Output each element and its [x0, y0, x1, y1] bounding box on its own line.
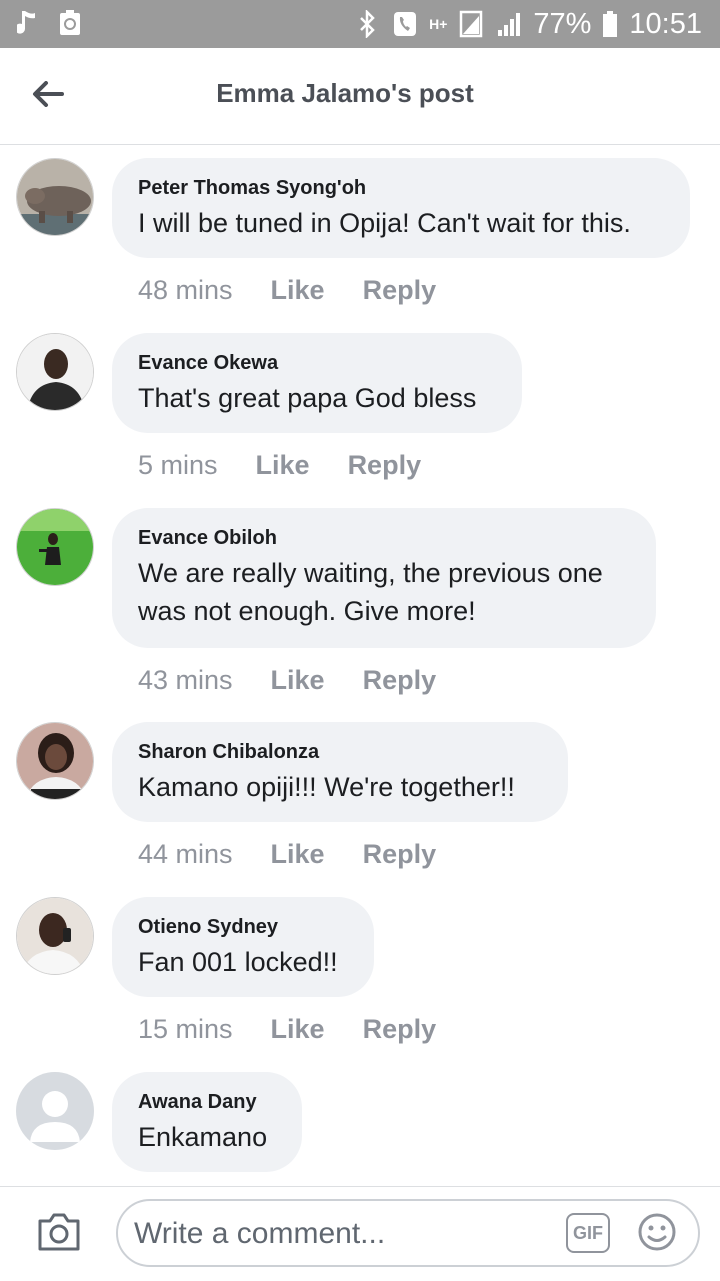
- comment-bubble[interactable]: Sharon Chibalonza Kamano opiji!!! We're …: [112, 722, 568, 822]
- comment-author[interactable]: Evance Okewa: [138, 351, 496, 375]
- reply-button[interactable]: Reply: [363, 1012, 437, 1046]
- recycle-icon: [56, 8, 84, 38]
- sim-icon: [457, 9, 485, 39]
- comment-author[interactable]: Awana Dany: [138, 1090, 276, 1114]
- reply-button[interactable]: Reply: [363, 663, 437, 697]
- comment-text: Fan 001 locked!!: [138, 947, 338, 977]
- comment-text: That's great papa God bless: [138, 383, 477, 413]
- comment-text: Enkamano: [138, 1122, 268, 1152]
- reply-button[interactable]: Reply: [348, 448, 422, 482]
- comment-placeholder: Write a comment...: [134, 1217, 386, 1250]
- emoji-icon: [636, 1213, 678, 1257]
- network-icon: H+: [429, 16, 448, 32]
- avatar[interactable]: [16, 897, 94, 975]
- battery-percent: 77%: [533, 8, 592, 40]
- signal-icon: [495, 9, 523, 39]
- like-button[interactable]: Like: [256, 448, 310, 482]
- app-header: Emma Jalamo's post: [0, 48, 720, 145]
- comment-author[interactable]: Sharon Chibalonza: [138, 740, 542, 764]
- emoji-button[interactable]: [636, 1211, 678, 1253]
- page-title: Emma Jalamo's post: [216, 78, 474, 108]
- battery-icon: [601, 9, 619, 39]
- comment-actions: 15 mins Like Reply: [138, 1012, 436, 1046]
- avatar[interactable]: [16, 158, 94, 236]
- camera-icon: [36, 1213, 82, 1257]
- comment-composer: Write a comment... GIF: [0, 1186, 720, 1281]
- like-button[interactable]: Like: [271, 273, 325, 307]
- camera-button[interactable]: [36, 1211, 86, 1257]
- comment-bubble[interactable]: Awana Dany Enkamano: [112, 1072, 302, 1172]
- comment-actions: 5 mins Like Reply: [138, 448, 421, 482]
- comment-time[interactable]: 43 mins: [138, 663, 233, 697]
- avatar[interactable]: [16, 508, 94, 586]
- comment-bubble[interactable]: Peter Thomas Syong'oh I will be tuned in…: [112, 158, 690, 258]
- comment-actions: 48 mins Like Reply: [138, 273, 436, 307]
- comment-time[interactable]: 44 mins: [138, 837, 233, 871]
- reply-button[interactable]: Reply: [363, 273, 437, 307]
- comment-actions: 44 mins Like Reply: [138, 837, 436, 871]
- comment-time[interactable]: 48 mins: [138, 273, 233, 307]
- avatar[interactable]: [16, 333, 94, 411]
- reply-button[interactable]: Reply: [363, 837, 437, 871]
- avatar[interactable]: [16, 722, 94, 800]
- comment-bubble[interactable]: Evance Okewa That's great papa God bless: [112, 333, 522, 433]
- comment-bubble[interactable]: Otieno Sydney Fan 001 locked!!: [112, 897, 374, 997]
- avatar[interactable]: [16, 1072, 94, 1150]
- music-note-icon: [14, 8, 42, 38]
- comment-time[interactable]: 15 mins: [138, 1012, 233, 1046]
- bluetooth-icon: [353, 9, 381, 39]
- comment-author[interactable]: Otieno Sydney: [138, 915, 348, 939]
- comment-actions: 43 mins Like Reply: [138, 663, 436, 697]
- clock: 10:51: [629, 8, 702, 40]
- like-button[interactable]: Like: [271, 1012, 325, 1046]
- comment-text: Kamano opiji!!! We're together!!: [138, 772, 515, 802]
- comment-text: We are really waiting, the previous one …: [138, 558, 603, 626]
- gif-icon: GIF: [573, 1223, 603, 1243]
- comment-input[interactable]: Write a comment... GIF: [116, 1199, 700, 1267]
- status-bar: H+ 77% 10:51: [0, 0, 720, 48]
- comment-author[interactable]: Evance Obiloh: [138, 526, 630, 550]
- like-button[interactable]: Like: [271, 663, 325, 697]
- comment-time[interactable]: 5 mins: [138, 448, 218, 482]
- comment-bubble[interactable]: Evance Obiloh We are really waiting, the…: [112, 508, 656, 648]
- phone-icon: [391, 9, 419, 39]
- gif-button[interactable]: GIF: [566, 1213, 610, 1253]
- comment-author[interactable]: Peter Thomas Syong'oh: [138, 176, 664, 200]
- comment-text: I will be tuned in Opija! Can't wait for…: [138, 208, 631, 238]
- like-button[interactable]: Like: [271, 837, 325, 871]
